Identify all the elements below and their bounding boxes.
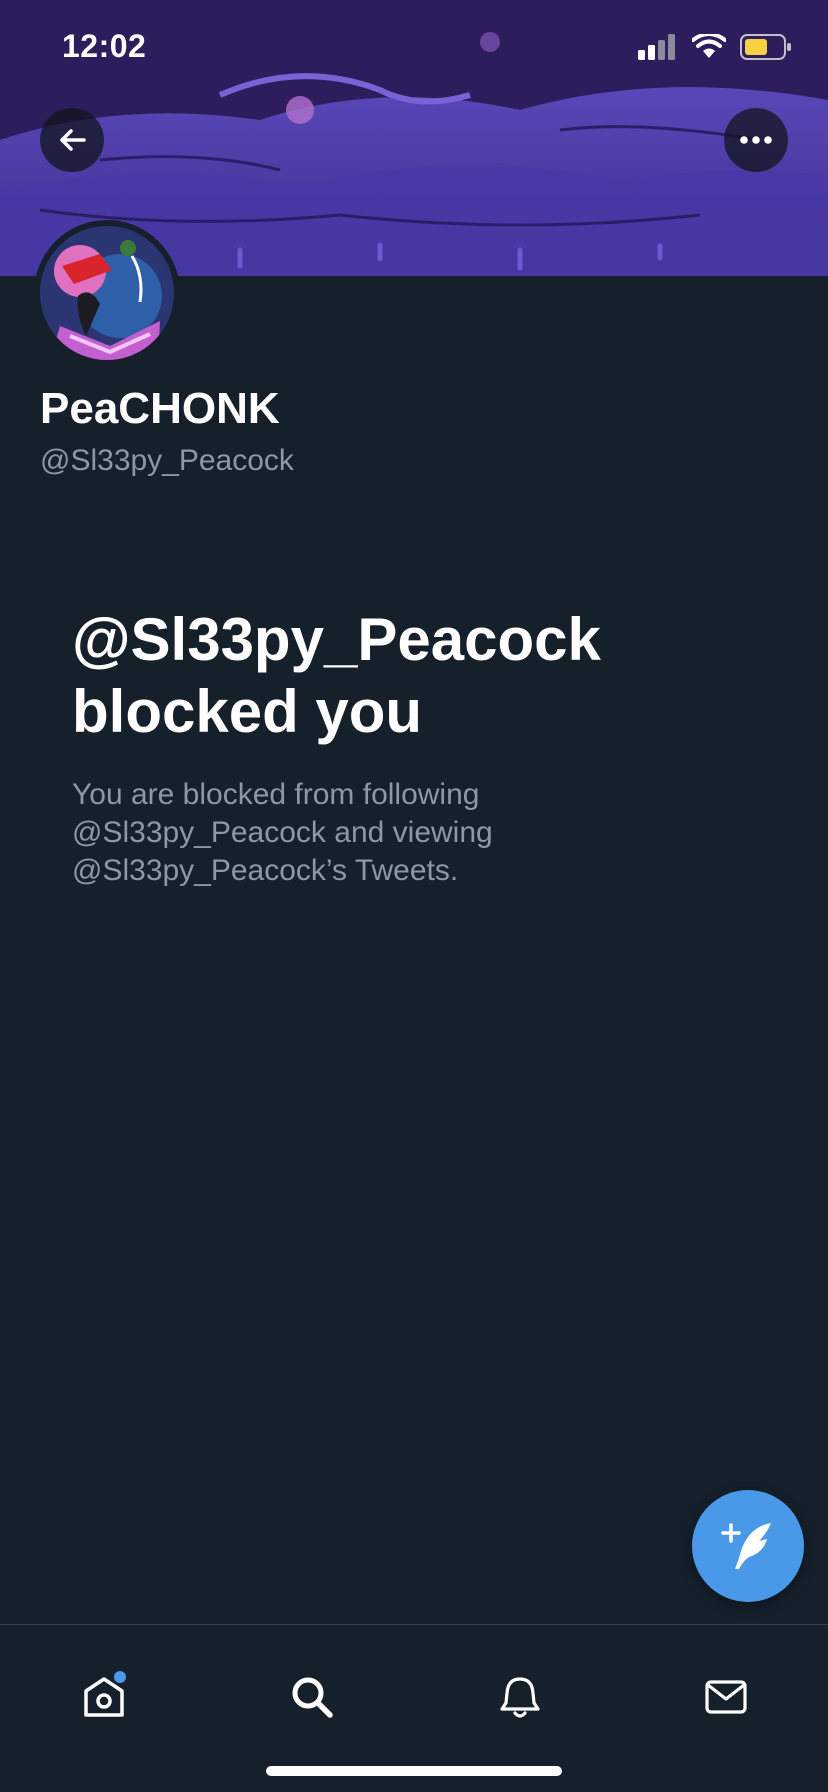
more-horizontal-icon: [740, 136, 772, 144]
home-badge-dot: [114, 1671, 126, 1683]
more-options-button[interactable]: [724, 108, 788, 172]
back-button[interactable]: [40, 108, 104, 172]
battery-icon: [740, 34, 791, 60]
home-indicator[interactable]: [266, 1766, 562, 1776]
blocked-title-text: blocked you: [72, 678, 423, 745]
profile-display-name: PeaCHONK: [40, 384, 280, 433]
blocked-description-line: @Sl33py_Peacock’s Tweets.: [72, 854, 459, 887]
blocked-title-handle: @Sl33py_Peacock: [72, 606, 601, 673]
bell-icon: [500, 1677, 540, 1718]
avatar-image: [40, 226, 174, 360]
nav-search-tab[interactable]: [272, 1657, 352, 1737]
arrow-left-icon: [60, 129, 86, 151]
nav-home-tab[interactable]: [64, 1657, 144, 1737]
blocked-title: @Sl33py_Peacock blocked you: [72, 604, 772, 748]
blocked-description: You are blocked from following @Sl33py_P…: [72, 776, 672, 890]
wifi-icon: [692, 34, 726, 58]
compose-tweet-button[interactable]: [692, 1490, 804, 1602]
blocked-description-line: You are blocked from following: [72, 778, 480, 811]
profile-handle: @Sl33py_Peacock: [40, 444, 294, 477]
status-icons: [638, 34, 792, 60]
nav-messages-tab[interactable]: [686, 1657, 766, 1737]
status-time: 12:02: [62, 28, 147, 64]
search-icon: [292, 1677, 333, 1718]
nav-notifications-tab[interactable]: [480, 1657, 560, 1737]
blocked-description-line: @Sl33py_Peacock and viewing: [72, 816, 493, 849]
signal-icon: [638, 34, 675, 60]
avatar[interactable]: [34, 220, 180, 366]
compose-tweet-icon: [721, 1523, 771, 1569]
profile-screen: 12:02 PeaCHONK @Sl33py_Peacock @Sl33py_P…: [0, 0, 828, 1792]
mail-icon: [705, 1680, 747, 1714]
